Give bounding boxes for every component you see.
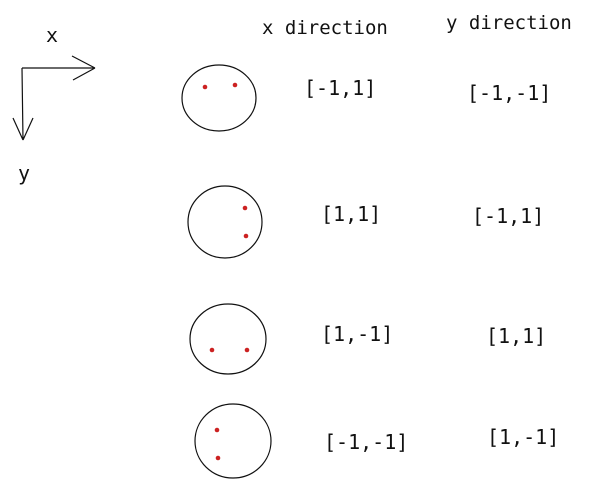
row-3-x-direction: [1,-1] xyxy=(321,322,394,346)
red-dot xyxy=(215,455,221,461)
red-dot xyxy=(243,233,249,239)
red-dot xyxy=(232,82,238,88)
y-axis-arrow xyxy=(12,67,34,141)
orientation-circle-3 xyxy=(189,303,267,375)
y-axis-label: y xyxy=(18,161,31,185)
axis-indicator xyxy=(12,55,96,141)
diagram-canvas: x y x direction y direction [-1,1] [-1,-… xyxy=(0,0,611,484)
orientation-circle-4 xyxy=(194,403,272,479)
row-3-y-direction: [1,1] xyxy=(486,324,547,348)
x-direction-header: x direction xyxy=(262,17,388,39)
diagram-drawing xyxy=(12,55,272,479)
x-axis-arrow xyxy=(22,55,96,81)
y-direction-header: y direction xyxy=(446,12,572,34)
orientation-circle-2 xyxy=(187,185,263,259)
x-axis-label: x xyxy=(46,23,59,47)
red-dot xyxy=(244,347,250,353)
row-2-x-direction: [1,1] xyxy=(321,202,382,226)
circle-outline xyxy=(194,403,272,479)
red-dot xyxy=(202,84,208,90)
red-dot xyxy=(214,427,220,433)
row-4-y-direction: [1,-1] xyxy=(487,425,560,449)
row-4-x-direction: [-1,-1] xyxy=(324,430,409,454)
circle-outline xyxy=(189,303,267,375)
row-1-y-direction: [-1,-1] xyxy=(467,81,552,105)
orientation-circle-1 xyxy=(181,64,257,132)
row-1-x-direction: [-1,1] xyxy=(304,76,377,100)
circle-outline xyxy=(181,64,257,132)
red-dot xyxy=(242,205,248,211)
circle-outline xyxy=(187,185,263,259)
red-dot xyxy=(209,347,215,353)
row-2-y-direction: [-1,1] xyxy=(472,204,545,228)
